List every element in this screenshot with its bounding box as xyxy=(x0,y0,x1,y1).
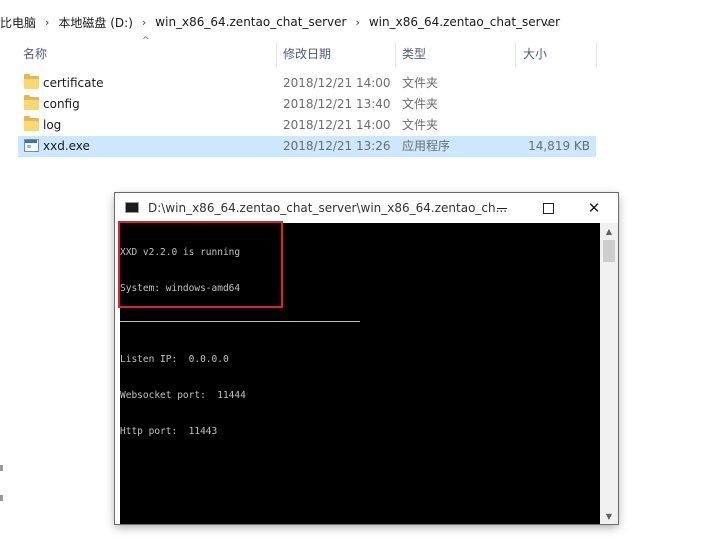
file-row-certificate[interactable]: certificate 2018/12/21 14:00 文件夹 xyxy=(18,73,596,94)
console-app-icon xyxy=(125,202,139,213)
folder-icon xyxy=(24,116,39,131)
folder-icon xyxy=(24,74,39,89)
application-icon xyxy=(24,139,39,152)
minimize-icon xyxy=(497,207,507,209)
console-title: D:\win_x86_64.zentao_chat_server\win_x86… xyxy=(148,201,508,215)
file-type: 文件夹 xyxy=(402,118,439,132)
column-header-date-modified[interactable]: 修改日期 xyxy=(283,40,331,68)
highlight-box xyxy=(118,221,283,308)
chevron-down-icon[interactable]: ⌄ xyxy=(537,8,559,36)
file-date: 2018/12/21 14:00 xyxy=(283,118,391,132)
column-divider[interactable] xyxy=(276,42,277,68)
file-name: log xyxy=(43,118,62,132)
file-list: certificate 2018/12/21 14:00 文件夹 config … xyxy=(18,73,596,157)
column-divider[interactable] xyxy=(596,42,597,68)
file-name: xxd.exe xyxy=(43,139,90,153)
console-window[interactable]: D:\win_x86_64.zentao_chat_server\win_x86… xyxy=(115,193,618,524)
maximize-button[interactable] xyxy=(525,193,571,223)
folder-icon xyxy=(24,95,39,110)
address-bar[interactable]: 比电脑 › 本地磁盘 (D:) › win_x86_64.zentao_chat… xyxy=(0,8,704,36)
scroll-down-arrow-icon[interactable]: ▼ xyxy=(600,508,618,524)
file-date: 2018/12/21 13:26 xyxy=(283,139,391,153)
console-divider xyxy=(120,321,360,322)
file-date: 2018/12/21 14:00 xyxy=(283,76,391,90)
file-date: 2018/12/21 13:40 xyxy=(283,97,391,111)
column-divider[interactable] xyxy=(395,42,396,68)
file-name: config xyxy=(43,97,80,111)
sort-ascending-icon: ^ xyxy=(142,36,150,46)
file-row-config[interactable]: config 2018/12/21 13:40 文件夹 xyxy=(18,94,596,115)
file-row-log[interactable]: log 2018/12/21 14:00 文件夹 xyxy=(18,115,596,136)
file-type: 应用程序 xyxy=(402,139,451,153)
console-line: Listen IP: 0.0.0.0 xyxy=(120,354,229,365)
console-titlebar[interactable]: D:\win_x86_64.zentao_chat_server\win_x86… xyxy=(115,193,618,223)
breadcrumb-item-this-pc[interactable]: 比电脑 xyxy=(0,14,41,31)
column-divider[interactable] xyxy=(515,42,516,68)
file-name: certificate xyxy=(43,76,104,90)
nav-pane-edge xyxy=(0,495,3,501)
file-type: 文件夹 xyxy=(402,76,439,90)
console-output[interactable]: XXD v2.2.0 is running System: windows-am… xyxy=(118,221,600,524)
column-header-size[interactable]: 大小 xyxy=(523,40,547,68)
breadcrumb-item-folder[interactable]: win_x86_64.zentao_chat_server xyxy=(150,15,351,29)
chevron-right-icon[interactable]: › xyxy=(138,16,150,29)
breadcrumb-item-current-folder[interactable]: win_x86_64.zentao_chat_server xyxy=(364,15,565,29)
chevron-right-icon[interactable]: › xyxy=(41,16,53,29)
minimize-button[interactable] xyxy=(479,193,525,223)
column-header-type[interactable]: 类型 xyxy=(402,40,426,68)
file-size: 14,819 KB xyxy=(528,139,590,153)
nav-pane-edge xyxy=(0,465,3,471)
close-icon: ✕ xyxy=(587,198,601,217)
console-line: Http port: 11443 xyxy=(120,426,218,437)
scroll-up-arrow-icon[interactable]: ▲ xyxy=(600,223,618,239)
column-headers: ^ 名称 修改日期 类型 大小 xyxy=(0,36,704,68)
console-scrollbar[interactable]: ▲ ▼ xyxy=(600,223,618,524)
close-button[interactable]: ✕ xyxy=(571,193,617,223)
file-row-xxd-exe[interactable]: xxd.exe 2018/12/21 13:26 应用程序 14,819 KB xyxy=(18,136,596,157)
console-line: Websocket port: 11444 xyxy=(120,390,246,401)
breadcrumb-item-local-disk[interactable]: 本地磁盘 (D:) xyxy=(53,14,137,31)
chevron-right-icon[interactable]: › xyxy=(351,16,363,29)
file-type: 文件夹 xyxy=(402,97,439,111)
maximize-icon xyxy=(542,202,554,214)
scroll-thumb[interactable] xyxy=(603,240,615,262)
column-header-name[interactable]: 名称 xyxy=(23,40,47,68)
breadcrumb: 比电脑 › 本地磁盘 (D:) › win_x86_64.zentao_chat… xyxy=(0,8,565,36)
